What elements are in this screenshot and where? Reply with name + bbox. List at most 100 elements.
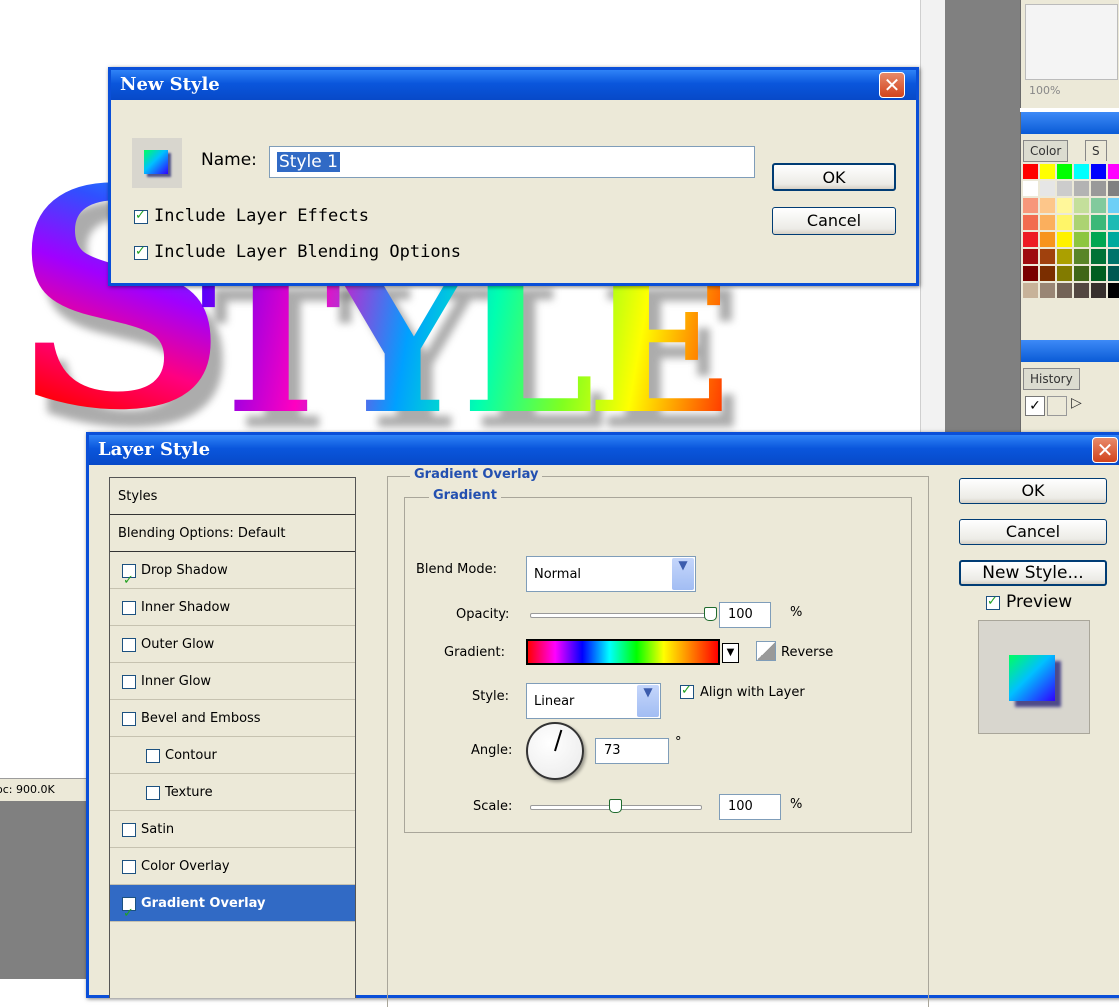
cancel-button[interactable]: Cancel: [772, 207, 896, 235]
color-swatch[interactable]: [1074, 181, 1089, 196]
color-swatch[interactable]: [1057, 249, 1072, 264]
color-swatch[interactable]: [1074, 198, 1089, 213]
gradient-picker[interactable]: [526, 639, 720, 665]
color-swatch[interactable]: [1108, 215, 1119, 230]
style-checkbox[interactable]: [146, 749, 160, 763]
color-swatch[interactable]: [1023, 164, 1038, 179]
close-button[interactable]: ✕: [1092, 437, 1118, 463]
tab-color[interactable]: Color: [1023, 140, 1069, 162]
styles-list-item[interactable]: Inner Shadow: [110, 589, 355, 626]
color-swatch[interactable]: [1057, 266, 1072, 281]
color-swatch[interactable]: [1040, 283, 1055, 298]
color-swatch[interactable]: [1040, 249, 1055, 264]
styles-list-item[interactable]: Bevel and Emboss: [110, 700, 355, 737]
color-swatch[interactable]: [1108, 283, 1119, 298]
color-swatch[interactable]: [1057, 283, 1072, 298]
color-swatch[interactable]: [1108, 232, 1119, 247]
styles-list-item[interactable]: Drop Shadow: [110, 552, 355, 599]
styles-list-item[interactable]: Styles: [110, 478, 355, 515]
color-swatch[interactable]: [1091, 283, 1106, 298]
angle-dial[interactable]: [526, 722, 584, 780]
color-swatch[interactable]: [1040, 164, 1055, 179]
scale-slider-handle[interactable]: [609, 799, 622, 813]
color-swatch[interactable]: [1057, 164, 1072, 179]
style-checkbox[interactable]: [122, 895, 136, 932]
navigator-thumbnail[interactable]: [1025, 4, 1118, 80]
color-swatch[interactable]: [1057, 232, 1072, 247]
opacity-slider-handle[interactable]: [704, 607, 717, 621]
color-swatch[interactable]: [1091, 232, 1106, 247]
color-swatch[interactable]: [1040, 181, 1055, 196]
styles-list-item[interactable]: Contour: [110, 737, 355, 774]
palette-titlebar[interactable]: [1021, 112, 1119, 134]
color-swatch[interactable]: [1074, 249, 1089, 264]
color-swatch[interactable]: [1091, 266, 1106, 281]
styles-list-item[interactable]: Inner Glow: [110, 663, 355, 700]
color-swatch[interactable]: [1074, 266, 1089, 281]
styles-list-item[interactable]: Texture: [110, 774, 355, 811]
style-checkbox[interactable]: [122, 712, 136, 726]
opacity-slider[interactable]: [530, 613, 712, 618]
color-swatch[interactable]: [1091, 181, 1106, 196]
blend-mode-select[interactable]: Normal ▼: [526, 556, 696, 592]
include-effects-checkbox[interactable]: [134, 208, 148, 224]
color-swatch[interactable]: [1057, 198, 1072, 213]
color-swatch[interactable]: [1108, 181, 1119, 196]
navigator-zoom[interactable]: 100%: [1029, 84, 1060, 97]
play-icon[interactable]: ▷: [1071, 395, 1082, 411]
tab-history[interactable]: History: [1023, 368, 1080, 390]
color-swatch[interactable]: [1023, 283, 1038, 298]
color-swatch[interactable]: [1040, 266, 1055, 281]
color-swatch[interactable]: [1023, 266, 1038, 281]
dialog-titlebar[interactable]: New Style: [111, 70, 916, 100]
angle-input[interactable]: 73: [595, 738, 669, 764]
color-swatch[interactable]: [1108, 266, 1119, 281]
palette-titlebar[interactable]: [1021, 340, 1119, 362]
style-checkbox[interactable]: [122, 562, 136, 599]
opacity-input[interactable]: 100: [719, 602, 771, 628]
gradient-dropdown-arrow[interactable]: ▼: [722, 643, 739, 663]
color-swatch[interactable]: [1074, 232, 1089, 247]
color-swatch[interactable]: [1108, 198, 1119, 213]
new-style-button[interactable]: New Style...: [959, 560, 1107, 586]
style-checkbox[interactable]: [122, 860, 136, 874]
dialog-titlebar[interactable]: Layer Style: [89, 435, 1119, 465]
color-swatch[interactable]: [1091, 249, 1106, 264]
color-swatch[interactable]: [1023, 249, 1038, 264]
color-swatch[interactable]: [1074, 215, 1089, 230]
color-swatch[interactable]: [1023, 181, 1038, 196]
color-swatch[interactable]: [1074, 283, 1089, 298]
color-swatch[interactable]: [1057, 181, 1072, 196]
color-swatch[interactable]: [1074, 164, 1089, 179]
styles-list-item[interactable]: Satin: [110, 811, 355, 848]
color-swatch[interactable]: [1108, 164, 1119, 179]
color-swatch[interactable]: [1023, 215, 1038, 230]
cancel-button[interactable]: Cancel: [959, 519, 1107, 545]
history-snapshot-check[interactable]: ✓: [1025, 396, 1045, 416]
style-checkbox[interactable]: [122, 601, 136, 615]
ok-button[interactable]: OK: [959, 478, 1107, 504]
preview-checkbox[interactable]: [986, 594, 1000, 610]
tab-swatches[interactable]: S: [1085, 140, 1107, 161]
style-checkbox[interactable]: [122, 638, 136, 652]
styles-list-item[interactable]: Gradient Overlay: [110, 885, 355, 932]
color-swatch[interactable]: [1091, 164, 1106, 179]
color-swatch[interactable]: [1040, 215, 1055, 230]
color-swatch[interactable]: [1091, 198, 1106, 213]
color-swatch[interactable]: [1040, 232, 1055, 247]
color-swatch[interactable]: [1023, 232, 1038, 247]
style-checkbox[interactable]: [122, 823, 136, 837]
gradient-style-select[interactable]: Linear ▼: [526, 683, 661, 719]
color-swatch[interactable]: [1057, 215, 1072, 230]
color-swatch[interactable]: [1108, 249, 1119, 264]
color-swatch[interactable]: [1023, 198, 1038, 213]
close-button[interactable]: ✕: [879, 72, 905, 98]
color-swatch[interactable]: [1040, 198, 1055, 213]
scale-input[interactable]: 100: [719, 794, 781, 820]
style-checkbox[interactable]: [146, 786, 160, 800]
styles-list-item[interactable]: Outer Glow: [110, 626, 355, 663]
style-name-input[interactable]: Style 1: [269, 146, 755, 178]
styles-list-item[interactable]: Blending Options: Default: [110, 515, 355, 552]
color-swatch[interactable]: [1091, 215, 1106, 230]
include-blending-checkbox[interactable]: [134, 244, 148, 260]
